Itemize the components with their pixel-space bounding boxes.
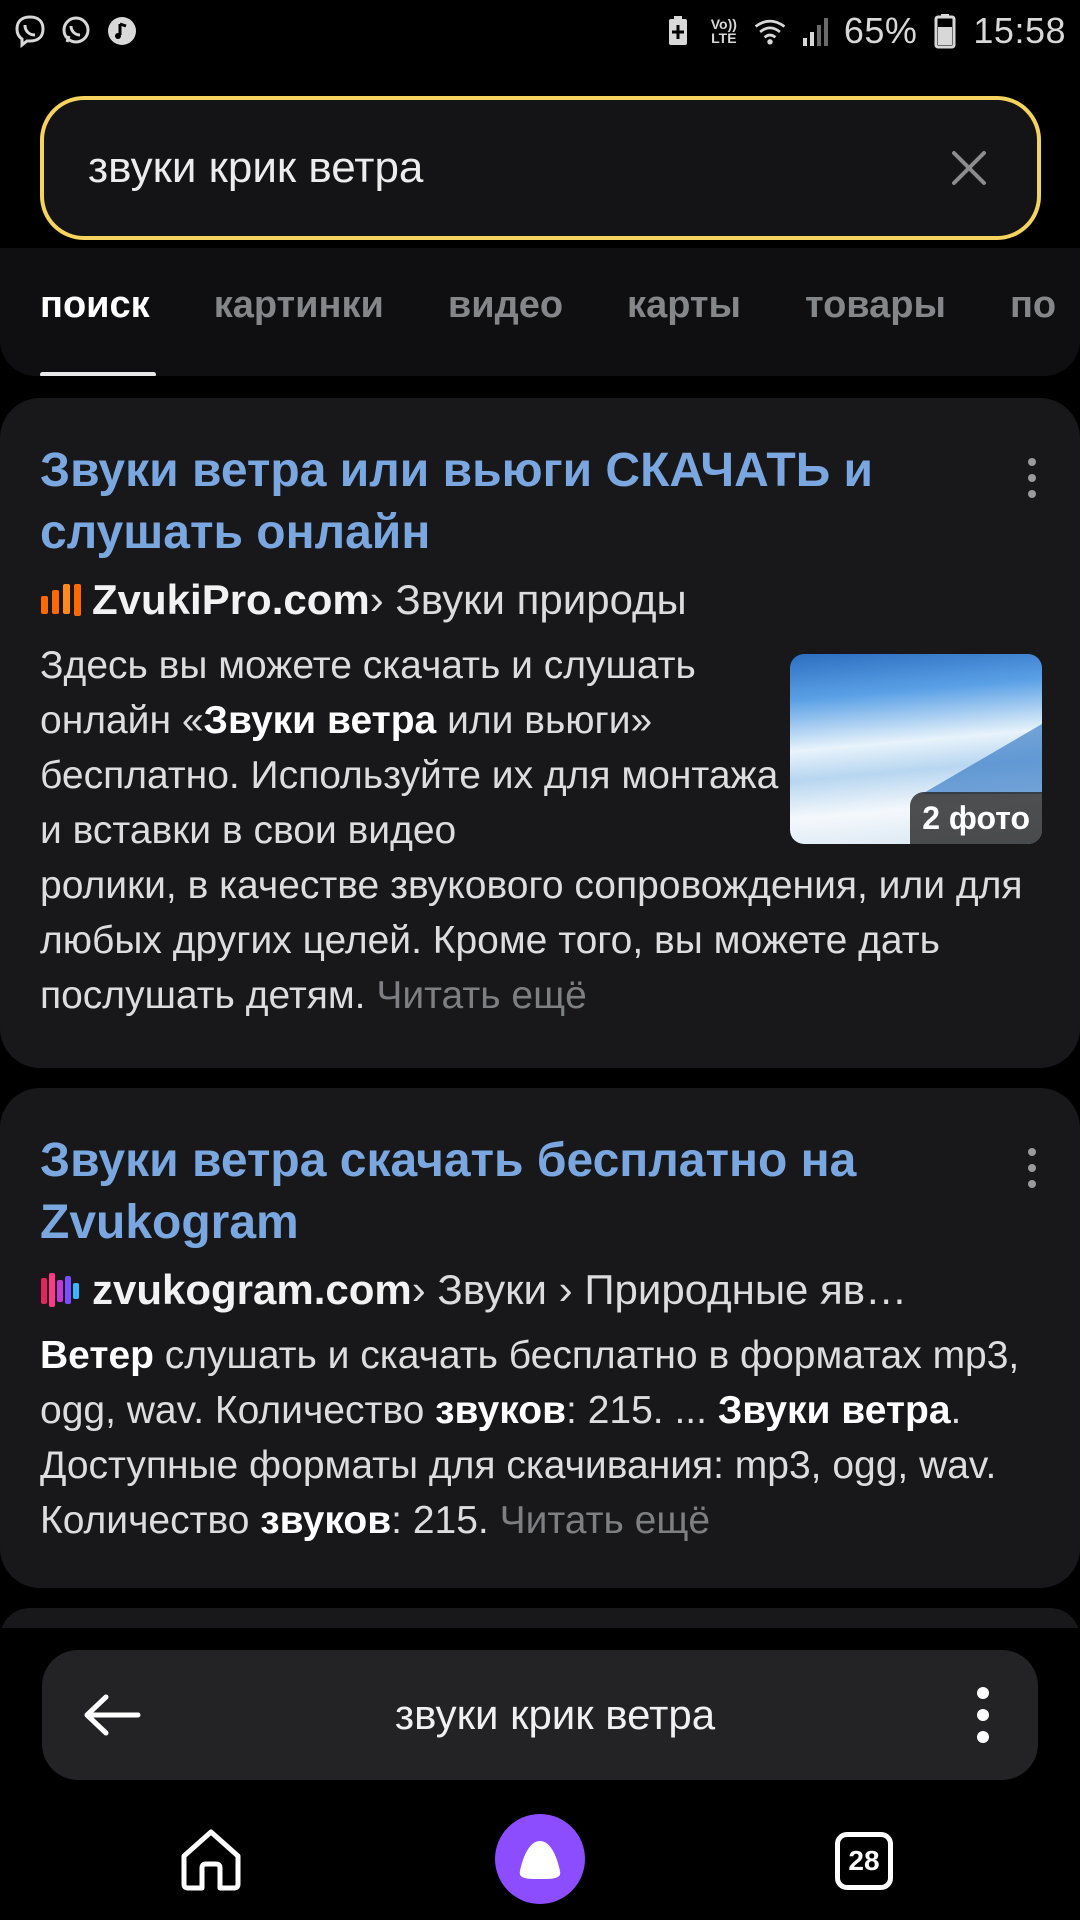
result-snippet-top: Здесь вы можете скачать и слушать онлайн… bbox=[40, 644, 779, 852]
site-name[interactable]: zvukogram.com bbox=[92, 1266, 412, 1314]
bottom-nav: 28 bbox=[0, 1800, 1080, 1920]
music-icon bbox=[104, 13, 140, 49]
result-card[interactable]: Звуки ветра скачать бесплатно на Zvukogr… bbox=[0, 1088, 1080, 1588]
result-card[interactable]: Звуки ветра или вьюги СКАЧАТЬ и слушать … bbox=[0, 398, 1080, 1068]
zvukogram-icon bbox=[40, 1270, 82, 1310]
breadcrumb: › Звуки › Природные яв… bbox=[411, 1266, 908, 1313]
back-arrow-icon[interactable] bbox=[82, 1693, 142, 1737]
tab-5[interactable]: по bbox=[1010, 284, 1056, 327]
read-more-link[interactable]: Читать ещё bbox=[376, 974, 587, 1017]
tabs-count-icon[interactable]: 28 bbox=[835, 1832, 893, 1890]
signal-icon bbox=[798, 13, 834, 49]
home-icon[interactable] bbox=[176, 1824, 246, 1894]
read-more-link[interactable]: Читать ещё bbox=[500, 1499, 711, 1542]
more-options-icon[interactable] bbox=[1014, 454, 1050, 502]
clear-icon[interactable] bbox=[941, 140, 997, 196]
battery-percent: 65% bbox=[843, 10, 918, 51]
result-snippet: Ветер слушать и скачать бесплатно в форм… bbox=[40, 1334, 1020, 1542]
mountain-shape bbox=[922, 724, 1042, 794]
result-source[interactable]: zvukogram.com › Звуки › Природные яв… bbox=[40, 1266, 1000, 1314]
zvukipro-icon bbox=[40, 580, 82, 620]
viber-icon bbox=[12, 13, 48, 49]
battery-icon bbox=[927, 13, 963, 49]
system-icons: Vo)) LTE 65% 15:58 bbox=[660, 10, 1066, 52]
omnibox[interactable]: звуки крик ветра bbox=[42, 1650, 1038, 1780]
search-tabs: поиск картинки видео карты товары по bbox=[0, 248, 1080, 376]
result-title-link[interactable]: Звуки ветра или вьюги СКАЧАТЬ и слушать … bbox=[40, 440, 970, 564]
omnibox-query[interactable]: звуки крик ветра bbox=[142, 1691, 968, 1739]
wifi-icon bbox=[752, 13, 788, 49]
status-bar: Vo)) LTE 65% 15:58 bbox=[0, 0, 1080, 62]
clock: 15:58 bbox=[973, 10, 1066, 51]
site-name[interactable]: ZvukiPro.com bbox=[92, 576, 370, 624]
volte-icon: Vo)) LTE bbox=[710, 16, 737, 46]
tab-0[interactable]: поиск bbox=[40, 284, 150, 327]
tab-4[interactable]: товары bbox=[805, 284, 946, 327]
tabs-row: поиск картинки видео карты товары по bbox=[40, 284, 1056, 327]
tab-3[interactable]: карты bbox=[627, 284, 741, 327]
result-title-link[interactable]: Звуки ветра скачать бесплатно на Zvukogr… bbox=[40, 1130, 970, 1254]
tab-1[interactable]: картинки bbox=[214, 284, 384, 327]
whatsapp-icon bbox=[58, 13, 94, 49]
notification-icons bbox=[12, 13, 140, 49]
active-tab-indicator bbox=[40, 372, 156, 376]
result-thumbnail[interactable]: 2 фото bbox=[790, 654, 1042, 844]
breadcrumb: › Звуки природы bbox=[369, 576, 687, 623]
result-source[interactable]: ZvukiPro.com › Звуки природы bbox=[40, 576, 1000, 624]
more-options-icon[interactable] bbox=[1014, 1144, 1050, 1192]
alice-assistant-icon[interactable] bbox=[495, 1814, 585, 1904]
battery-saver-icon bbox=[660, 13, 696, 49]
photo-count-badge: 2 фото bbox=[910, 792, 1042, 844]
tab-2[interactable]: видео bbox=[448, 284, 563, 327]
search-input[interactable]: звуки крик ветра bbox=[40, 96, 1041, 240]
result-snippet-bottom: ролики, в качестве звукового сопровожден… bbox=[40, 864, 1023, 1017]
menu-icon[interactable] bbox=[968, 1687, 998, 1743]
search-query[interactable]: звуки крик ветра bbox=[88, 143, 941, 193]
